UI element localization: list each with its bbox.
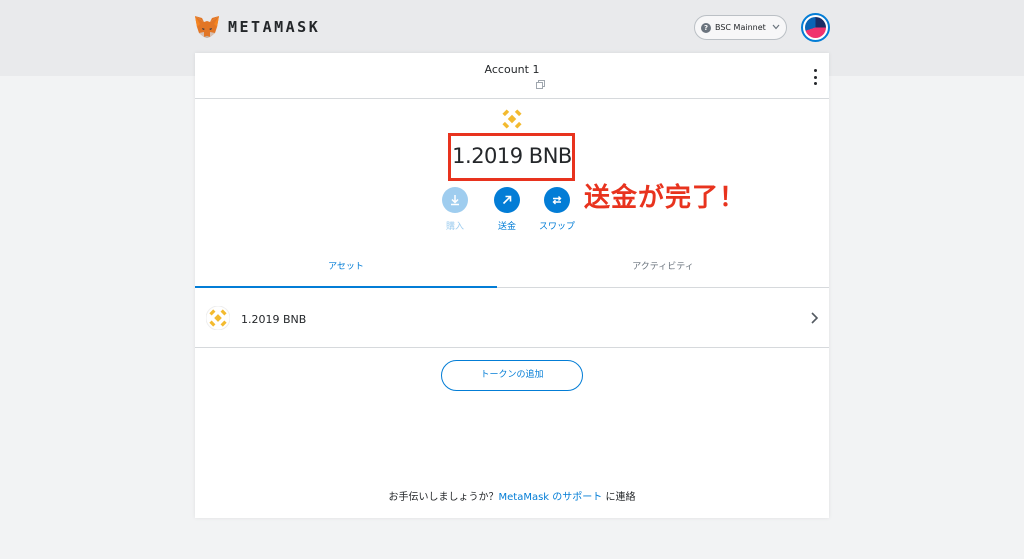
help-icon: ?: [701, 22, 711, 33]
brand-wordmark: METAMASK: [228, 18, 321, 36]
add-token-button[interactable]: トークンの追加: [441, 360, 583, 391]
bnb-logo-icon: [499, 106, 525, 132]
network-selector[interactable]: ? BSC Mainnet: [694, 15, 787, 40]
send-button[interactable]: 送金: [483, 187, 531, 232]
bnb-logo-icon: [206, 306, 230, 330]
chevron-down-icon: [772, 23, 780, 33]
support-suffix: に連絡: [602, 492, 636, 503]
balance-amount: 1.2019 BNB: [452, 144, 572, 168]
wallet-tabs: アセット アクティビティ: [195, 252, 829, 288]
annotation-transfer-complete: 送金が完了！: [584, 183, 747, 213]
support-text: お手伝いしましょうか？MetaMask のサポート に連絡: [195, 488, 829, 503]
account-avatar[interactable]: [801, 13, 830, 42]
asset-list-item[interactable]: 1.2019 BNB: [195, 290, 829, 348]
send-label: 送金: [497, 222, 516, 232]
asset-amount: 1.2019 BNB: [241, 313, 307, 326]
copy-icon[interactable]: [536, 80, 545, 89]
tab-assets[interactable]: アセット: [195, 252, 497, 288]
app-header: METAMASK ? BSC Mainnet: [0, 0, 1024, 56]
account-bar: Account 1: [195, 53, 829, 99]
brand[interactable]: METAMASK: [194, 14, 320, 40]
swap-label: スワップ: [538, 222, 575, 232]
identicon-icon: [805, 17, 826, 38]
network-label: BSC Mainnet: [715, 23, 766, 32]
support-prefix: お手伝いしましょうか？: [388, 492, 499, 503]
swap-icon: [544, 187, 570, 213]
tab-activity[interactable]: アクティビティ: [497, 252, 829, 288]
metamask-fox-icon: [195, 16, 219, 38]
account-name[interactable]: Account 1: [195, 63, 829, 76]
wallet-card: Account 1 1.2019 BNB 送金が完了！ 購入 送金 スワップ ア…: [195, 53, 829, 518]
buy-button[interactable]: 購入: [431, 187, 479, 232]
download-icon: [442, 187, 468, 213]
send-arrow-icon: [494, 187, 520, 213]
chevron-right-icon: [811, 312, 819, 324]
swap-button[interactable]: スワップ: [533, 187, 581, 232]
support-link[interactable]: MetaMask のサポート: [499, 492, 603, 503]
buy-label: 購入: [445, 222, 464, 232]
account-options-menu-icon[interactable]: [809, 69, 821, 85]
